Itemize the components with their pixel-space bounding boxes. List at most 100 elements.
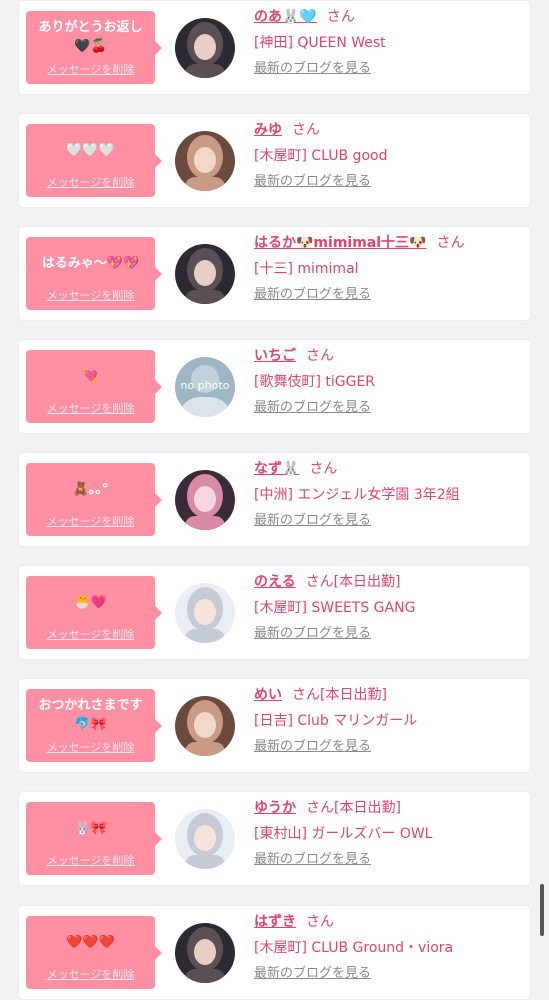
honorific: さん: [292, 122, 320, 138]
message-bubble: 🤍🤍🤍 メッセージを削除: [26, 124, 162, 197]
message-card: 🧸｡｡° メッセージを削除 なず🐰 さん [中洲] エンジェル女学園 3年2組最新のブロ…: [19, 453, 530, 546]
message-card: 🤍🤍🤍 メッセージを削除 みゆ さん [木屋町] CLUB good 最新のブログを見る: [19, 114, 530, 207]
avatar[interactable]: [175, 131, 235, 191]
honorific: さん: [326, 9, 355, 25]
message-text: 🧸｡｡°: [72, 481, 109, 497]
message-bubble: 🧸｡｡° メッセージを削除: [26, 463, 162, 536]
message-card: 🐣💗 メッセージを削除 のえる さん[本日出勤] [木屋町] SWEETS GANG 最新…: [19, 566, 530, 659]
latest-blog-link[interactable]: 最新のブログを見る: [254, 509, 522, 533]
name-row: めい さん[本日出勤]: [254, 683, 522, 707]
avatar[interactable]: [175, 923, 235, 983]
cast-info: ゆうか さん[本日出勤] [東村山] ガールズバー OWL 最新のブログを見る: [254, 796, 522, 872]
message-bubble: 💘 メッセージを削除: [26, 350, 162, 423]
name-row: のあ🐰🩵 さん: [254, 5, 522, 29]
cast-name-link[interactable]: ゆうか: [254, 800, 296, 816]
delete-message-link[interactable]: メッセージを削除: [26, 513, 155, 529]
shop-name: [十三] mimimal: [254, 261, 359, 277]
delete-message-link[interactable]: メッセージを削除: [26, 400, 155, 416]
cast-info: はずき さん [木屋町] CLUB Ground・viora 最新のブログを見る: [254, 910, 522, 986]
avatar[interactable]: [175, 583, 235, 643]
no-photo-label: no photo: [180, 379, 230, 392]
delete-message-link[interactable]: メッセージを削除: [26, 852, 155, 868]
name-row: みゆ さん: [254, 118, 522, 142]
shop-name: [歌舞伎町] tiGGER: [254, 374, 376, 390]
honorific: さん: [306, 348, 334, 364]
delete-message-link[interactable]: メッセージを削除: [26, 174, 155, 190]
message-text: ❤️❤️❤️: [66, 934, 115, 950]
latest-blog-link[interactable]: 最新のブログを見る: [254, 848, 522, 872]
name-row: なず🐰 さん: [254, 457, 522, 481]
delete-message-link[interactable]: メッセージを削除: [26, 287, 155, 303]
message-card: はるみゃ〜💖💖 メッセージを削除 はるか🐶mimimal十三🐶 さん [十三] mimi…: [19, 227, 530, 320]
cast-info: みゆ さん [木屋町] CLUB good 最新のブログを見る: [254, 118, 522, 194]
latest-blog-link[interactable]: 最新のブログを見る: [254, 962, 522, 986]
honorific: さん: [306, 914, 334, 930]
honorific: さん: [306, 800, 334, 816]
name-row: はるか🐶mimimal十三🐶 さん: [254, 231, 522, 255]
shop-name: [中洲] エンジェル女学園 3年2組: [254, 487, 460, 503]
cast-info: はるか🐶mimimal十三🐶 さん [十三] mimimal 最新のブログを見る: [254, 231, 522, 307]
message-bubble: おつかれさまです 🐬🎀 メッセージを削除: [26, 689, 162, 762]
cast-name-link[interactable]: はずき: [254, 914, 296, 930]
cast-info: いちご さん [歌舞伎町] tiGGER 最新のブログを見る: [254, 344, 522, 420]
cast-info: なず🐰 さん [中洲] エンジェル女学園 3年2組最新のブログを見る: [254, 457, 522, 533]
latest-blog-link[interactable]: 最新のブログを見る: [254, 57, 522, 81]
message-card: ❤️❤️❤️ メッセージを削除 はずき さん [木屋町] CLUB Ground・vio…: [19, 906, 530, 999]
avatar[interactable]: no photo: [175, 357, 235, 417]
name-row: いちご さん: [254, 344, 522, 368]
message-text: 🐣💗: [74, 594, 107, 610]
shop-name: [日吉] Club マリンガール: [254, 713, 418, 729]
message-text: はるみゃ〜💖💖: [41, 255, 140, 271]
latest-blog-link[interactable]: 最新のブログを見る: [254, 622, 522, 646]
cast-info: のあ🐰🩵 さん [神田] QUEEN West 最新のブログを見る: [254, 5, 522, 81]
message-bubble: 🐣💗 メッセージを削除: [26, 576, 162, 649]
delete-message-link[interactable]: メッセージを削除: [26, 61, 155, 77]
message-text: おつかれさまです 🐬🎀: [38, 698, 143, 732]
cast-name-link[interactable]: はるか🐶mimimal十三🐶: [254, 235, 426, 251]
cast-name-link[interactable]: めい: [254, 687, 282, 703]
honorific: さん: [309, 461, 338, 477]
honorific: さん: [436, 235, 465, 251]
delete-message-link[interactable]: メッセージを削除: [26, 626, 155, 642]
name-row: ゆうか さん[本日出勤]: [254, 796, 522, 820]
shop-name: [神田] QUEEN West: [254, 35, 386, 51]
name-row: はずき さん: [254, 910, 522, 934]
delete-message-link[interactable]: メッセージを削除: [26, 966, 155, 982]
message-bubble: ありがとうお返し 🖤🍒 メッセージを削除: [26, 11, 162, 84]
cast-name-link[interactable]: なず🐰: [254, 461, 299, 477]
latest-blog-link[interactable]: 最新のブログを見る: [254, 396, 522, 420]
shop-name: [木屋町] CLUB Ground・viora: [254, 940, 454, 956]
scrollbar[interactable]: [540, 884, 544, 936]
cast-name-link[interactable]: のえる: [254, 574, 296, 590]
message-card: 💘 メッセージを削除 no photo いちご さん [歌舞伎町] tiGGER 最新のブロ…: [19, 340, 530, 433]
message-text: ありがとうお返し 🖤🍒: [38, 20, 143, 54]
latest-blog-link[interactable]: 最新のブログを見る: [254, 283, 522, 307]
avatar[interactable]: [175, 809, 235, 869]
cast-info: のえる さん[本日出勤] [木屋町] SWEETS GANG 最新のブログを見る: [254, 570, 522, 646]
attendance-status: [本日出勤]: [334, 800, 401, 816]
attendance-status: [本日出勤]: [333, 574, 401, 590]
cast-name-link[interactable]: のあ🐰🩵: [254, 9, 317, 25]
latest-blog-link[interactable]: 最新のブログを見る: [254, 170, 522, 194]
message-text: 💘: [82, 368, 99, 384]
attendance-status: [本日出勤]: [320, 687, 387, 703]
message-bubble: ❤️❤️❤️ メッセージを削除: [26, 916, 162, 989]
avatar[interactable]: [175, 470, 235, 530]
shop-name: [木屋町] SWEETS GANG: [254, 600, 416, 616]
avatar[interactable]: [175, 244, 235, 304]
shop-name: [木屋町] CLUB good: [254, 148, 388, 164]
avatar[interactable]: [175, 696, 235, 756]
avatar[interactable]: [175, 18, 235, 78]
message-text: 🤍🤍🤍: [66, 142, 115, 158]
cast-name-link[interactable]: いちご: [254, 348, 296, 364]
message-bubble: はるみゃ〜💖💖 メッセージを削除: [26, 237, 162, 310]
message-text: 🐰🎀: [74, 820, 107, 836]
latest-blog-link[interactable]: 最新のブログを見る: [254, 735, 522, 759]
honorific: さん: [292, 687, 320, 703]
message-bubble: 🐰🎀 メッセージを削除: [26, 802, 162, 875]
message-card: 🐰🎀 メッセージを削除 ゆうか さん[本日出勤] [東村山] ガールズバー OWL 最新の…: [19, 792, 530, 885]
cast-name-link[interactable]: みゆ: [254, 122, 282, 138]
shop-name: [東村山] ガールズバー OWL: [254, 826, 433, 842]
delete-message-link[interactable]: メッセージを削除: [26, 739, 155, 755]
message-card: ありがとうお返し 🖤🍒 メッセージを削除 のあ🐰🩵 さん [神田] QUEEN West…: [19, 1, 530, 94]
